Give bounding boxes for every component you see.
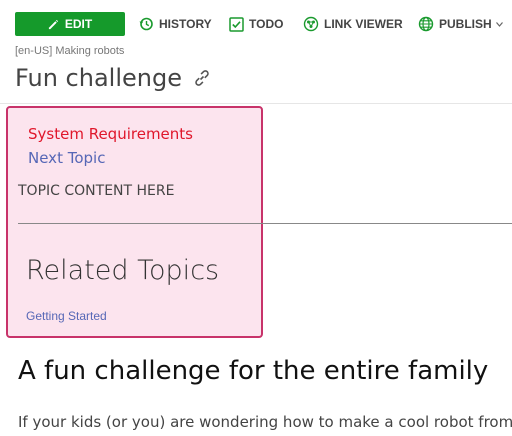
link-network-icon	[303, 16, 319, 32]
page-title-text: Fun challenge	[15, 64, 182, 92]
next-topic-link[interactable]: Next Topic	[28, 149, 105, 167]
chevron-down-icon	[495, 21, 503, 27]
article-paragraph: If your kids (or you) are wondering how …	[18, 413, 512, 431]
edit-label: EDIT	[64, 17, 93, 31]
link-icon[interactable]	[192, 68, 212, 88]
edit-button[interactable]: EDIT	[15, 12, 125, 36]
todo-label: TODO	[249, 17, 284, 31]
link-viewer-label: LINK VIEWER	[324, 17, 403, 31]
toolbar: EDIT HISTORY TODO LINK VIEWER PUBLISH	[0, 0, 512, 48]
checkbox-icon	[229, 16, 244, 32]
history-icon	[138, 16, 154, 32]
page-title: Fun challenge	[15, 64, 212, 92]
horizontal-rule	[18, 223, 512, 224]
publish-label: PUBLISH	[439, 17, 492, 31]
topic-content-text: TOPIC CONTENT HERE	[18, 183, 175, 199]
publish-button[interactable]: PUBLISH	[418, 14, 503, 34]
title-divider	[0, 103, 512, 104]
pencil-icon	[48, 19, 59, 30]
getting-started-link[interactable]: Getting Started	[26, 309, 107, 323]
history-label: HISTORY	[159, 17, 212, 31]
article-heading: A fun challenge for the entire family	[18, 356, 489, 386]
related-topics-heading: Related Topics	[26, 255, 220, 286]
system-requirements-link[interactable]: System Requirements	[28, 125, 193, 143]
breadcrumb[interactable]: [en-US] Making robots	[15, 45, 124, 57]
link-viewer-button[interactable]: LINK VIEWER	[303, 14, 403, 34]
globe-icon	[418, 16, 434, 32]
todo-button[interactable]: TODO	[229, 14, 283, 34]
history-button[interactable]: HISTORY	[138, 14, 212, 34]
